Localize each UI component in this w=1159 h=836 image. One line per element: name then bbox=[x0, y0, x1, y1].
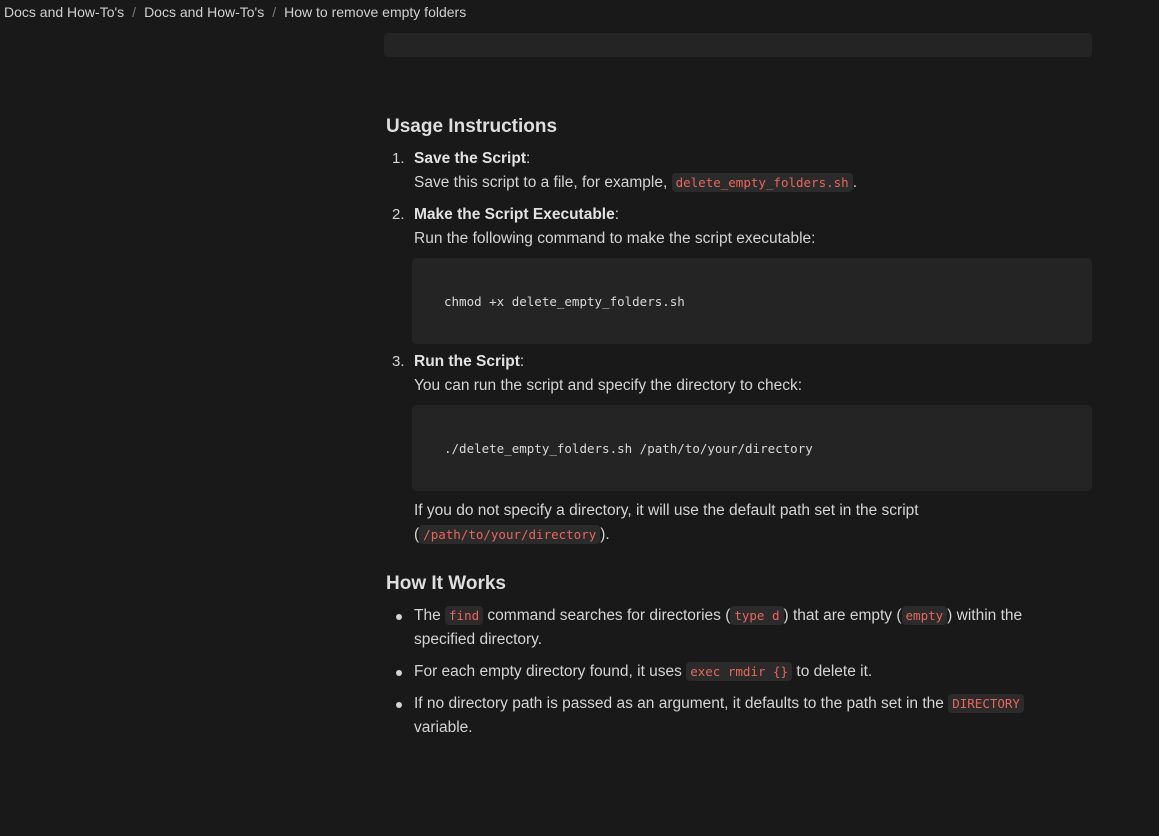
step-title: Run the Script bbox=[414, 353, 520, 370]
breadcrumb-item-current-page[interactable]: How to remove empty folders bbox=[284, 4, 466, 20]
text: The bbox=[414, 607, 446, 624]
code-line: ./delete_empty_folders.sh /path/to/your/… bbox=[444, 441, 813, 456]
heading-how-it-works: How It Works bbox=[386, 573, 506, 594]
code-block-truncated bbox=[384, 33, 1092, 57]
step-title: Make the Script Executable bbox=[414, 206, 615, 223]
step-text: Run the following command to make the sc… bbox=[414, 230, 816, 247]
code-block-chmod[interactable]: chmod +x delete_empty_folders.sh bbox=[412, 258, 1092, 344]
step-title: Save the Script bbox=[414, 150, 526, 167]
inline-code: DIRECTORY bbox=[948, 694, 1024, 713]
code-block-run[interactable]: ./delete_empty_folders.sh /path/to/your/… bbox=[412, 405, 1092, 491]
inline-code: find bbox=[445, 606, 484, 625]
bullet-text: If no directory path is passed as an arg… bbox=[414, 692, 1074, 740]
step-colon: : bbox=[614, 206, 620, 223]
step-colon: : bbox=[519, 353, 525, 370]
text: command searches for directories ( bbox=[483, 607, 731, 624]
step-number: 3. bbox=[392, 353, 405, 370]
step-text: You can run the script and specify the d… bbox=[414, 377, 802, 394]
bullet-dot bbox=[396, 670, 402, 676]
step-text: Save this script to a file, for example, bbox=[414, 174, 672, 191]
step-body: Run the Script: You can run the script a… bbox=[414, 350, 1092, 398]
bullet-dot bbox=[396, 702, 402, 708]
text: ) that are empty ( bbox=[783, 607, 902, 624]
step-colon: : bbox=[526, 150, 531, 167]
breadcrumb-item-docs[interactable]: Docs and How-To's bbox=[4, 4, 124, 20]
step-body: Save the Script: Save this script to a f… bbox=[414, 147, 1092, 195]
inline-code: delete_empty_folders.sh bbox=[671, 173, 853, 192]
step-number: 1. bbox=[392, 150, 405, 167]
breadcrumb-separator: / bbox=[132, 4, 137, 20]
heading-usage-instructions: Usage Instructions bbox=[386, 116, 558, 137]
breadcrumb-separator: / bbox=[272, 4, 277, 20]
bullet-text: The find command searches for directorie… bbox=[414, 604, 1074, 652]
breadcrumb-item-docs-sub[interactable]: Docs and How-To's bbox=[144, 4, 264, 20]
breadcrumb: Docs and How-To's / Docs and How-To's / … bbox=[4, 3, 466, 21]
text: For each empty directory found, it uses bbox=[414, 663, 687, 680]
note-text: ). bbox=[600, 526, 610, 543]
bullet-dot bbox=[396, 614, 402, 620]
code-line: chmod +x delete_empty_folders.sh bbox=[444, 294, 685, 309]
inline-code: exec rmdir {} bbox=[686, 662, 793, 681]
bullet-text: For each empty directory found, it uses … bbox=[414, 660, 1074, 684]
inline-code: empty bbox=[901, 606, 948, 625]
inline-code: type d bbox=[730, 606, 784, 625]
step-body: Make the Script Executable: Run the foll… bbox=[414, 203, 1092, 251]
text: variable. bbox=[414, 719, 473, 736]
inline-code: /path/to/your/directory bbox=[419, 525, 601, 544]
step-text: . bbox=[852, 174, 857, 191]
text: to delete it. bbox=[792, 663, 873, 680]
step-note: If you do not specify a directory, it wi… bbox=[414, 499, 954, 547]
text: If no directory path is passed as an arg… bbox=[414, 695, 949, 712]
step-number: 2. bbox=[392, 206, 405, 223]
